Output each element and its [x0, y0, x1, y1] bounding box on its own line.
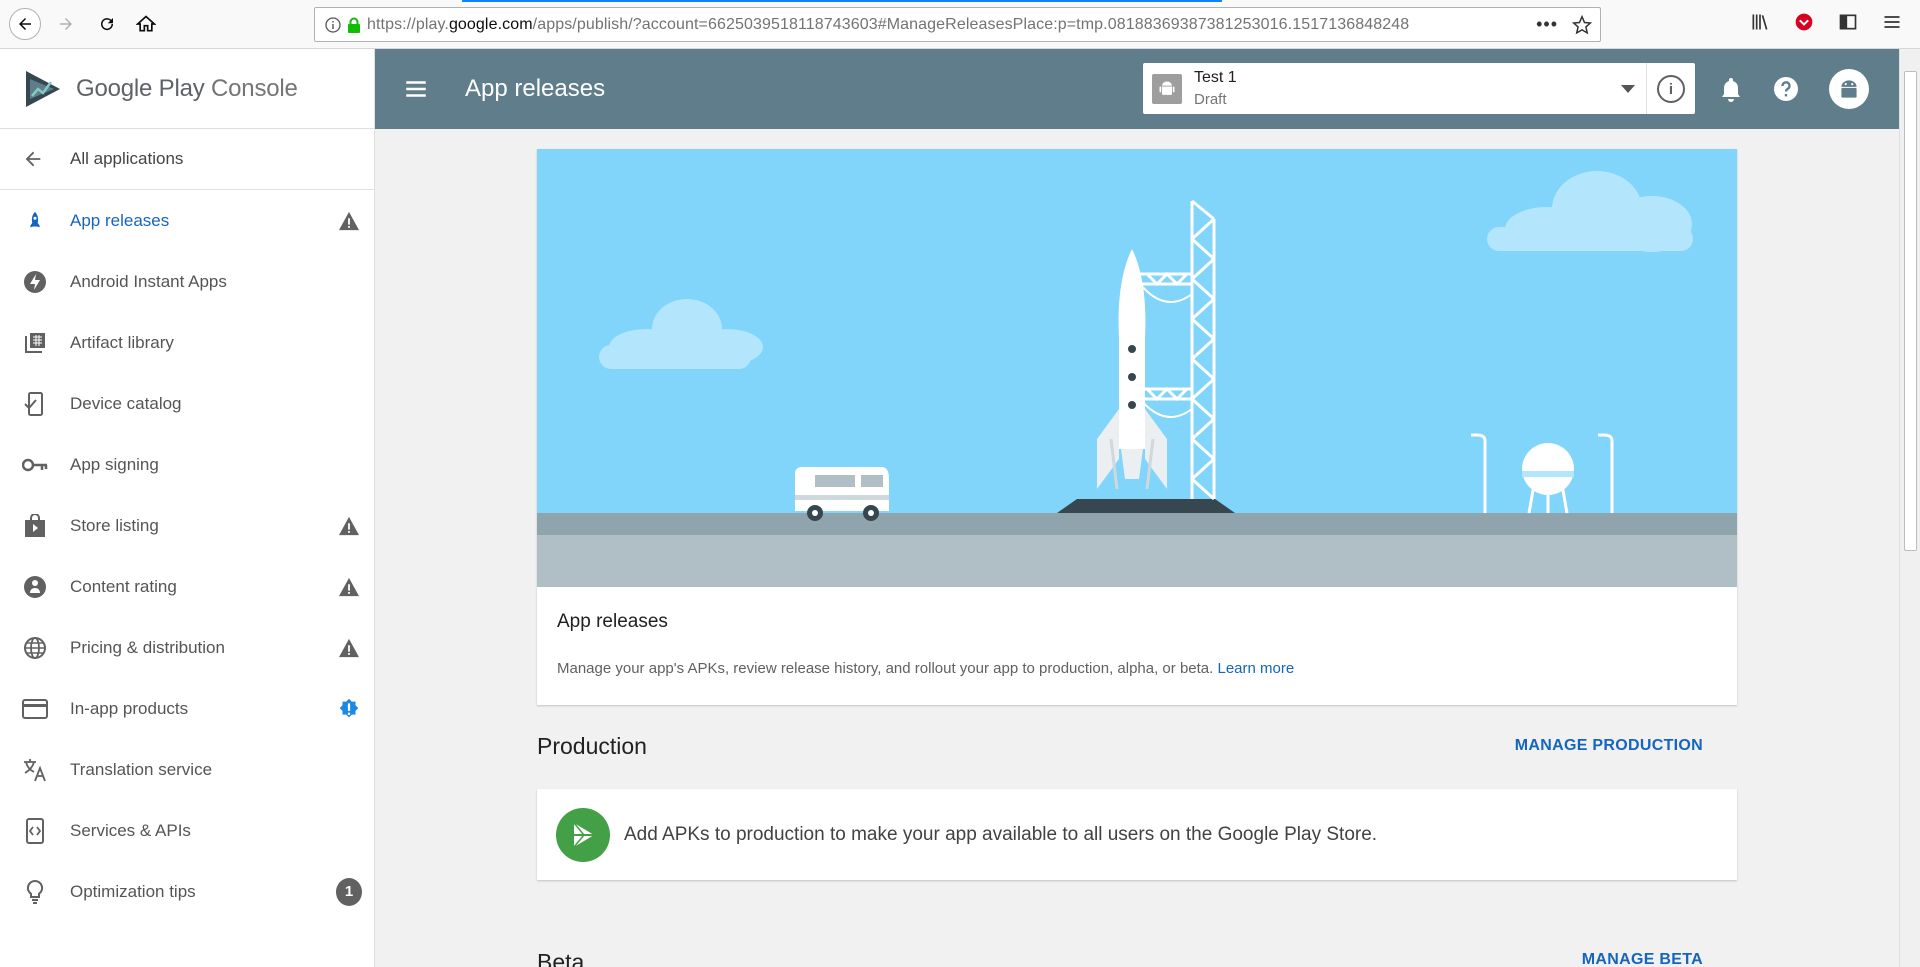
arrow-left-icon — [19, 18, 31, 30]
bolt-icon — [22, 269, 48, 295]
sidebar-item-optimization-tips[interactable]: Optimization tips 1 — [0, 861, 374, 922]
rocket-icon — [22, 208, 48, 234]
sidebar-item-label: App releases — [70, 210, 170, 230]
brand-logo[interactable]: Google Play Console — [0, 49, 374, 129]
account-avatar[interactable] — [1829, 69, 1869, 109]
android-avatar-icon — [1841, 80, 1857, 98]
card-title: App releases — [557, 611, 668, 632]
page-title: App releases — [465, 75, 606, 102]
sidebar-item-label: Artifact library — [70, 332, 174, 352]
android-app-icon — [1152, 73, 1182, 104]
store-icon — [22, 513, 48, 539]
count-badge: 1 — [336, 877, 362, 906]
sidebar-item-android-instant-apps[interactable]: Android Instant Apps — [0, 251, 374, 312]
browser-toolbar: https://play.google.com/apps/publish/?ac… — [0, 0, 1920, 49]
sidebar-item-label: Device catalog — [70, 393, 182, 413]
page-scrollbar[interactable] — [1899, 49, 1920, 967]
sidebar-item-label: Services & APIs — [70, 820, 191, 840]
key-icon — [22, 452, 48, 478]
production-heading: Production — [537, 733, 647, 759]
translate-icon — [22, 757, 48, 783]
warning-icon — [336, 513, 362, 539]
sidebar: Google Play Console All applications App… — [0, 49, 375, 967]
rocket-launch-illustration — [537, 149, 1737, 587]
info-alert-icon — [336, 696, 362, 722]
globe-icon — [22, 635, 48, 661]
forward-button[interactable] — [50, 8, 82, 40]
lock-icon — [348, 17, 360, 33]
sidebar-item-store-listing[interactable]: Store listing — [0, 495, 374, 556]
arrow-back-icon — [22, 148, 48, 170]
sidebar-item-label: Android Instant Apps — [70, 271, 227, 291]
production-message: Add APKs to production to make your app … — [624, 823, 1378, 845]
divider — [1646, 63, 1647, 114]
scroll-thumb[interactable] — [1904, 71, 1917, 551]
home-button[interactable] — [130, 8, 162, 40]
app-selector[interactable]: Test 1 Draft i — [1143, 63, 1695, 114]
active-tab-indicator — [462, 0, 1222, 2]
pocket-icon[interactable] — [1794, 12, 1814, 32]
manage-production-button[interactable]: MANAGE PRODUCTION — [1515, 737, 1703, 755]
back-button[interactable] — [9, 8, 41, 40]
production-card: Add APKs to production to make your app … — [537, 789, 1737, 880]
app-name: Test 1 — [1194, 68, 1237, 86]
play-console-logo-icon — [26, 70, 60, 107]
reload-icon — [101, 18, 114, 31]
library-grid-icon — [22, 330, 48, 356]
card-description: Manage your app's APKs, review release h… — [557, 660, 1295, 677]
library-icon[interactable] — [1750, 12, 1770, 32]
manage-beta-button[interactable]: MANAGE BETA — [1582, 951, 1703, 967]
warning-icon — [336, 635, 362, 661]
sidebar-item-pricing-distribution[interactable]: Pricing & distribution — [0, 617, 374, 678]
credit-card-icon — [22, 696, 48, 722]
sidebar-item-content-rating[interactable]: Content rating — [0, 556, 374, 617]
reload-button[interactable] — [91, 8, 123, 40]
sidebar-item-label: App signing — [70, 454, 159, 474]
all-applications-label: All applications — [70, 149, 184, 168]
sidebar-item-in-app-products[interactable]: In-app products — [0, 678, 374, 739]
sidebar-item-app-signing[interactable]: App signing — [0, 434, 374, 495]
dropdown-caret-icon — [1621, 85, 1635, 93]
sidebar-item-artifact-library[interactable]: Artifact library — [0, 312, 374, 373]
help-icon[interactable] — [1773, 76, 1799, 102]
play-store-icon — [556, 807, 610, 862]
more-icon[interactable]: ••• — [1536, 14, 1558, 35]
api-icon — [22, 817, 48, 844]
arrow-right-icon — [60, 18, 72, 30]
device-check-icon — [22, 391, 48, 417]
main-content: App releases Manage your app's APKs, rev… — [375, 129, 1899, 967]
brand-name: Google Play Console — [76, 74, 298, 102]
star-icon[interactable] — [1572, 14, 1592, 35]
sidebar-item-label: Content rating — [70, 576, 177, 596]
notifications-bell-icon[interactable] — [1719, 76, 1743, 102]
all-applications-link[interactable]: All applications — [0, 129, 374, 190]
hamburger-menu-icon[interactable] — [1882, 12, 1902, 32]
info-icon — [325, 16, 341, 33]
lightbulb-icon — [22, 879, 48, 905]
sidebar-icon[interactable] — [1838, 12, 1858, 32]
address-bar[interactable]: https://play.google.com/apps/publish/?ac… — [314, 7, 1601, 42]
sidebar-item-device-catalog[interactable]: Device catalog — [0, 373, 374, 434]
menu-icon[interactable] — [403, 76, 429, 102]
rating-icon — [22, 574, 48, 600]
sidebar-item-services-apis[interactable]: Services & APIs — [0, 800, 374, 861]
sidebar-nav: App releases Android Instant Apps Artifa… — [0, 190, 374, 922]
app-header: App releases Test 1 Draft i — [375, 49, 1899, 129]
sidebar-item-translation-service[interactable]: Translation service — [0, 739, 374, 800]
sidebar-item-label: Pricing & distribution — [70, 637, 225, 657]
app-info-icon[interactable]: i — [1657, 75, 1685, 103]
beta-heading: Beta — [537, 949, 585, 967]
sidebar-item-label: Optimization tips — [70, 881, 196, 901]
url-text: https://play.google.com/apps/publish/?ac… — [367, 15, 1410, 33]
warning-icon — [336, 208, 362, 234]
home-icon — [136, 15, 156, 32]
app-status: Draft — [1194, 90, 1227, 108]
sidebar-item-label: Store listing — [70, 515, 159, 535]
warning-icon — [336, 574, 362, 600]
sidebar-item-label: Translation service — [70, 759, 213, 779]
sidebar-item-app-releases[interactable]: App releases — [0, 190, 374, 251]
learn-more-link[interactable]: Learn more — [1217, 660, 1294, 677]
sidebar-item-label: In-app products — [70, 698, 189, 718]
app-releases-card: App releases Manage your app's APKs, rev… — [537, 149, 1737, 705]
